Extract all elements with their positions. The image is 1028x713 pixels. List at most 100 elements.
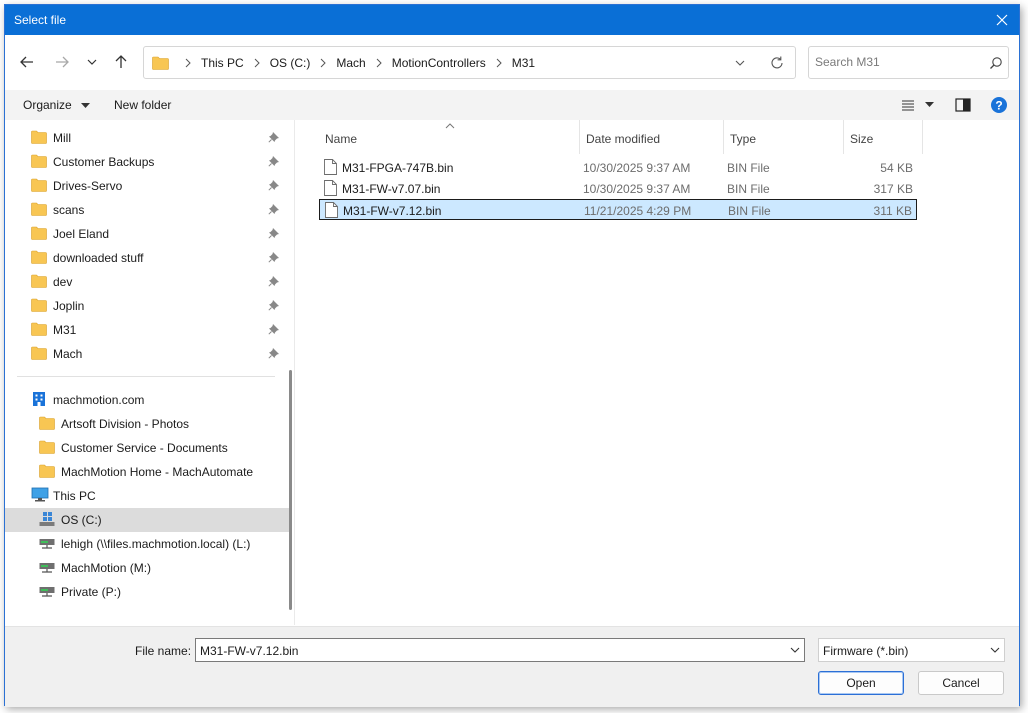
pin-icon[interactable] — [268, 131, 280, 143]
sidebar-item-label: Customer Backups — [53, 155, 155, 169]
breadcrumb-motioncontrollers[interactable]: MotionControllers — [392, 56, 486, 70]
sidebar-item-private-p[interactable]: Private (P:) — [5, 580, 290, 604]
file-name-label: File name: — [135, 644, 192, 658]
preview-pane-icon[interactable] — [955, 98, 971, 112]
column-divider[interactable] — [922, 120, 923, 154]
file-row[interactable]: M31-FW-v7.07.bin 10/30/2025 9:37 AM BIN Fi… — [319, 178, 917, 199]
sidebar-item-joel-eland[interactable]: Joel Eland — [5, 222, 290, 246]
organize-button[interactable]: Organize — [23, 98, 91, 112]
sidebar-item-label: MachMotion (M:) — [61, 561, 152, 575]
recent-locations-chevron-icon[interactable] — [82, 52, 102, 72]
help-icon[interactable]: ? — [990, 96, 1008, 114]
view-list-icon[interactable] — [901, 99, 915, 111]
folder-icon — [31, 202, 47, 216]
search-input[interactable] — [813, 52, 978, 72]
column-header-label: Size — [850, 132, 874, 146]
sidebar-item-label: Drives-Servo — [53, 179, 123, 193]
sidebar-item-mill[interactable]: Mill — [5, 126, 290, 150]
search-box[interactable] — [808, 46, 1009, 79]
file-dialog: Select file This PC OS (C:) Mach MotionC… — [4, 4, 1020, 707]
column-header-size[interactable]: Size — [844, 120, 920, 154]
breadcrumb-os-c[interactable]: OS (C:) — [270, 56, 311, 70]
sidebar-item-mach[interactable]: Mach — [5, 342, 290, 366]
title-bar: Select file — [5, 5, 1019, 35]
file-name: M31-FPGA-747B.bin — [342, 161, 454, 175]
chevron-right-icon[interactable] — [181, 57, 195, 69]
file-row[interactable]: M31-FPGA-747B.bin 10/30/2025 9:37 AM BIN F… — [319, 157, 917, 178]
caret-down-icon[interactable] — [925, 102, 934, 108]
file-date-modified: 11/21/2025 4:29 PM — [584, 204, 692, 218]
pin-icon[interactable] — [268, 299, 280, 311]
chevron-down-icon[interactable] — [734, 57, 746, 69]
sidebar-item-label: Mill — [53, 131, 71, 145]
pin-icon[interactable] — [268, 251, 280, 263]
sidebar-item-customer-service-documents[interactable]: Customer Service - Documents — [5, 436, 290, 460]
pin-icon[interactable] — [268, 203, 280, 215]
sidebar-item-machmotion-home-machautomate[interactable]: MachMotion Home - MachAutomate — [5, 460, 290, 484]
up-arrow-icon[interactable] — [111, 52, 131, 72]
column-header-date-modified[interactable]: Date modified — [580, 120, 720, 154]
sidebar-item-this-pc[interactable]: This PC — [5, 484, 290, 508]
sidebar-item-dev[interactable]: dev — [5, 270, 290, 294]
chevron-right-icon[interactable] — [316, 57, 330, 69]
sidebar-item-downloaded-stuff[interactable]: downloaded stuff — [5, 246, 290, 270]
sidebar-item-scans[interactable]: scans — [5, 198, 290, 222]
chevron-down-icon[interactable] — [790, 646, 800, 654]
forward-arrow-icon[interactable] — [52, 52, 72, 72]
open-button[interactable]: Open — [818, 671, 904, 695]
sidebar-item-joplin[interactable]: Joplin — [5, 294, 290, 318]
back-arrow-icon[interactable] — [17, 52, 37, 72]
pin-icon[interactable] — [268, 347, 280, 359]
sidebar-item-machmotion-com[interactable]: machmotion.com — [5, 388, 290, 412]
command-bar: Organize New folder ? — [5, 90, 1019, 120]
file-size: 317 KB — [873, 182, 913, 196]
pin-icon[interactable] — [268, 155, 280, 167]
chevron-right-icon[interactable] — [372, 57, 386, 69]
column-header-type[interactable]: Type — [724, 120, 840, 154]
close-icon[interactable] — [991, 9, 1013, 31]
pin-icon[interactable] — [268, 323, 280, 335]
sort-ascending-icon — [445, 123, 455, 129]
network-drive-icon — [39, 587, 55, 597]
sidebar-item-label: machmotion.com — [53, 393, 145, 407]
file-row[interactable]: M31-FW-v7.12.bin 11/21/2025 4:29 PM BIN Fi… — [319, 199, 917, 220]
sidebar-item-drives-servo[interactable]: Drives-Servo — [5, 174, 290, 198]
search-icon[interactable] — [989, 56, 1003, 70]
folder-icon — [39, 464, 55, 478]
folder-icon — [31, 154, 47, 168]
pin-icon[interactable] — [268, 179, 280, 191]
chevron-down-icon[interactable] — [990, 646, 1000, 654]
sidebar-item-artsoft-division-photos[interactable]: Artsoft Division - Photos — [5, 412, 290, 436]
sidebar-item-lehigh-files-machmotion-local-l[interactable]: lehigh (\\files.machmotion.local) (L:) — [5, 532, 290, 556]
caret-down-icon — [81, 102, 91, 108]
file-type: BIN File — [728, 204, 771, 218]
pin-icon[interactable] — [268, 275, 280, 287]
sidebar-scrollbar[interactable] — [289, 370, 292, 610]
sidebar-item-label: Customer Service - Documents — [61, 441, 228, 455]
column-header-name[interactable]: Name — [319, 120, 575, 154]
chevron-right-icon[interactable] — [492, 57, 506, 69]
file-type-select[interactable]: Firmware (*.bin) — [818, 638, 1005, 662]
sidebar-item-label: Joel Eland — [53, 227, 110, 241]
file-name-input[interactable]: M31-FW-v7.12.bin — [195, 638, 805, 662]
chevron-right-icon[interactable] — [250, 57, 264, 69]
breadcrumb-m31[interactable]: M31 — [512, 56, 535, 70]
sidebar-item-m31[interactable]: M31 — [5, 318, 290, 342]
pin-icon[interactable] — [268, 227, 280, 239]
refresh-icon[interactable] — [769, 55, 785, 71]
cancel-button[interactable]: Cancel — [918, 671, 1004, 695]
address-bar[interactable]: This PC OS (C:) Mach MotionControllers M… — [143, 46, 796, 79]
folder-icon — [31, 274, 47, 288]
folder-icon — [31, 322, 47, 336]
sidebar-item-os-c[interactable]: OS (C:) — [5, 508, 290, 532]
sidebar-item-label: Mach — [53, 347, 83, 361]
breadcrumb-this-pc[interactable]: This PC — [201, 56, 244, 70]
new-folder-button[interactable]: New folder — [114, 98, 171, 112]
file-type-value: Firmware (*.bin) — [823, 644, 909, 658]
sidebar-item-customer-backups[interactable]: Customer Backups — [5, 150, 290, 174]
column-header-label: Date modified — [586, 132, 661, 146]
breadcrumb-mach[interactable]: Mach — [336, 56, 365, 70]
sidebar-item-label: Artsoft Division - Photos — [61, 417, 190, 431]
sidebar-item-label: downloaded stuff — [53, 251, 144, 265]
sidebar-item-machmotion-m[interactable]: MachMotion (M:) — [5, 556, 290, 580]
